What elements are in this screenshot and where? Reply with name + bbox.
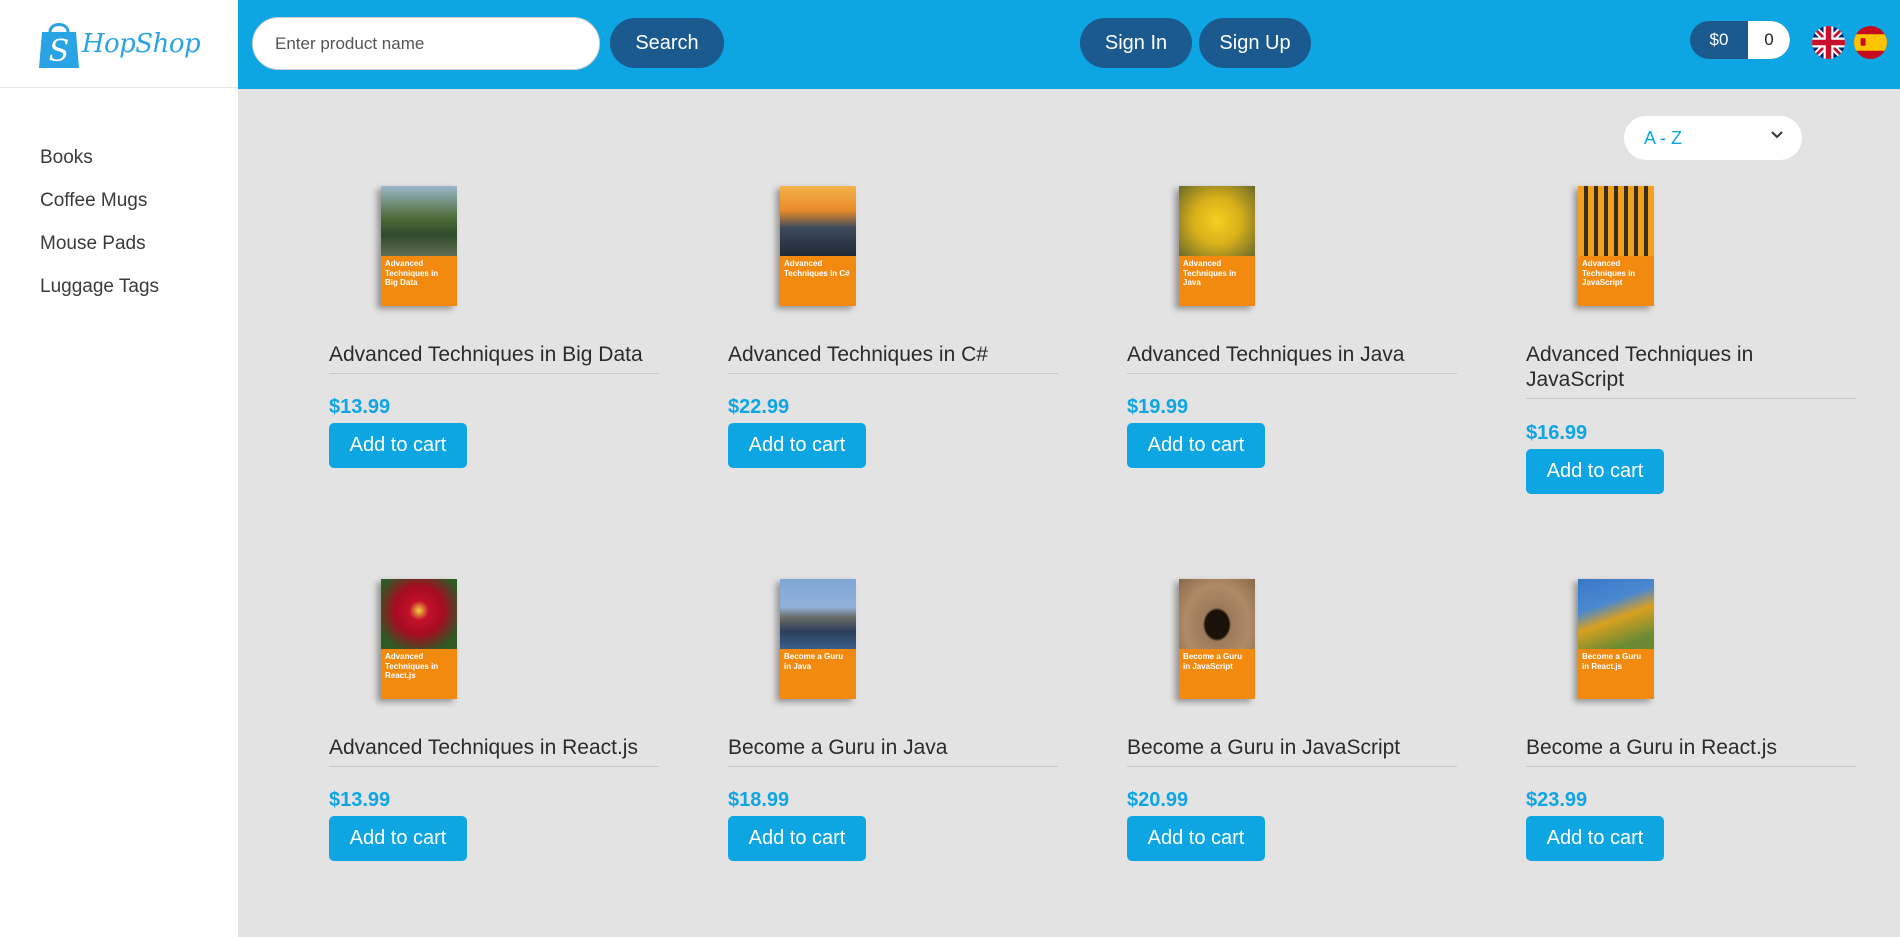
cover-photo <box>1179 186 1255 256</box>
add-to-cart-button[interactable]: Add to cart <box>1127 816 1265 861</box>
product-price: $18.99 <box>728 789 790 811</box>
book-cover[interactable]: Become a Guru in Java <box>780 579 856 699</box>
shopping-bag-icon: S <box>38 18 80 70</box>
book-cover[interactable]: Advanced Techniques in JavaScript <box>1578 186 1654 306</box>
cover-title: Advanced Techniques in C# <box>780 256 856 306</box>
product-price: $20.99 <box>1127 789 1189 811</box>
cover-title: Advanced Techniques in React.js <box>381 649 457 699</box>
add-to-cart-button[interactable]: Add to cart <box>728 423 866 468</box>
sidebar: S HopShop Books Coffee Mugs Mouse Pads L… <box>0 0 238 937</box>
category-books[interactable]: Books <box>40 136 238 179</box>
cart-count: 0 <box>1748 21 1790 59</box>
add-to-cart-button[interactable]: Add to cart <box>329 423 467 468</box>
product-price: $16.99 <box>1526 422 1588 444</box>
category-list: Books Coffee Mugs Mouse Pads Luggage Tag… <box>0 88 238 308</box>
cover-title: Become a Guru in Java <box>780 649 856 699</box>
cover-title: Become a Guru in JavaScript <box>1179 649 1255 699</box>
product-title[interactable]: Advanced Techniques in C# <box>728 342 1058 374</box>
product-price: $19.99 <box>1127 396 1189 418</box>
chevron-down-icon <box>1771 131 1783 139</box>
cover-photo <box>1578 186 1654 256</box>
brand-logo[interactable]: S HopShop <box>0 0 238 88</box>
add-to-cart-button[interactable]: Add to cart <box>1526 816 1664 861</box>
cover-title: Advanced Techniques in Big Data <box>381 256 457 306</box>
cover-title: Become a Guru in React.js <box>1578 649 1654 699</box>
add-to-cart-button[interactable]: Add to cart <box>329 816 467 861</box>
add-to-cart-button[interactable]: Add to cart <box>1127 423 1265 468</box>
book-cover[interactable]: Advanced Techniques in C# <box>780 186 856 306</box>
product-price: $13.99 <box>329 396 391 418</box>
uk-flag-icon[interactable] <box>1812 26 1845 59</box>
product-title[interactable]: Advanced Techniques in JavaScript <box>1526 342 1856 399</box>
category-coffee-mugs[interactable]: Coffee Mugs <box>40 179 238 222</box>
sort-dropdown[interactable]: A - Z <box>1624 116 1802 160</box>
product-title[interactable]: Advanced Techniques in Big Data <box>329 342 659 374</box>
product-title[interactable]: Become a Guru in React.js <box>1526 735 1856 767</box>
category-mouse-pads[interactable]: Mouse Pads <box>40 222 238 265</box>
cart-total: $0 <box>1709 30 1729 49</box>
cover-photo <box>1179 579 1255 649</box>
product-price: $23.99 <box>1526 789 1588 811</box>
product-title[interactable]: Become a Guru in Java <box>728 735 1058 767</box>
sign-in-button[interactable]: Sign In <box>1080 18 1192 68</box>
cover-photo <box>381 186 457 256</box>
cover-title: Advanced Techniques in Java <box>1179 256 1255 306</box>
sort-selected-value: A - Z <box>1644 127 1683 148</box>
cover-photo <box>381 579 457 649</box>
top-header: Search Sign In Sign Up $0 0 <box>238 0 1900 89</box>
spain-flag-icon[interactable] <box>1854 26 1887 59</box>
cover-photo <box>780 186 856 256</box>
product-price: $22.99 <box>728 396 790 418</box>
product-title[interactable]: Advanced Techniques in React.js <box>329 735 659 767</box>
product-title[interactable]: Advanced Techniques in Java <box>1127 342 1457 374</box>
cart-button[interactable]: $0 0 <box>1690 21 1790 59</box>
book-cover[interactable]: Advanced Techniques in Big Data <box>381 186 457 306</box>
logo-initial: S <box>49 34 70 69</box>
product-title[interactable]: Become a Guru in JavaScript <box>1127 735 1457 767</box>
cover-photo <box>780 579 856 649</box>
add-to-cart-button[interactable]: Add to cart <box>728 816 866 861</box>
search-button[interactable]: Search <box>610 18 724 68</box>
book-cover[interactable]: Become a Guru in JavaScript <box>1179 579 1255 699</box>
cover-photo <box>1578 579 1654 649</box>
book-cover[interactable]: Advanced Techniques in React.js <box>381 579 457 699</box>
search-input[interactable] <box>252 17 600 70</box>
category-luggage-tags[interactable]: Luggage Tags <box>40 265 238 308</box>
brand-name: HopShop <box>81 28 201 59</box>
book-cover[interactable]: Become a Guru in React.js <box>1578 579 1654 699</box>
book-cover[interactable]: Advanced Techniques in Java <box>1179 186 1255 306</box>
sign-up-button[interactable]: Sign Up <box>1199 18 1311 68</box>
cover-title: Advanced Techniques in JavaScript <box>1578 256 1654 306</box>
add-to-cart-button[interactable]: Add to cart <box>1526 449 1664 494</box>
product-price: $13.99 <box>329 789 391 811</box>
